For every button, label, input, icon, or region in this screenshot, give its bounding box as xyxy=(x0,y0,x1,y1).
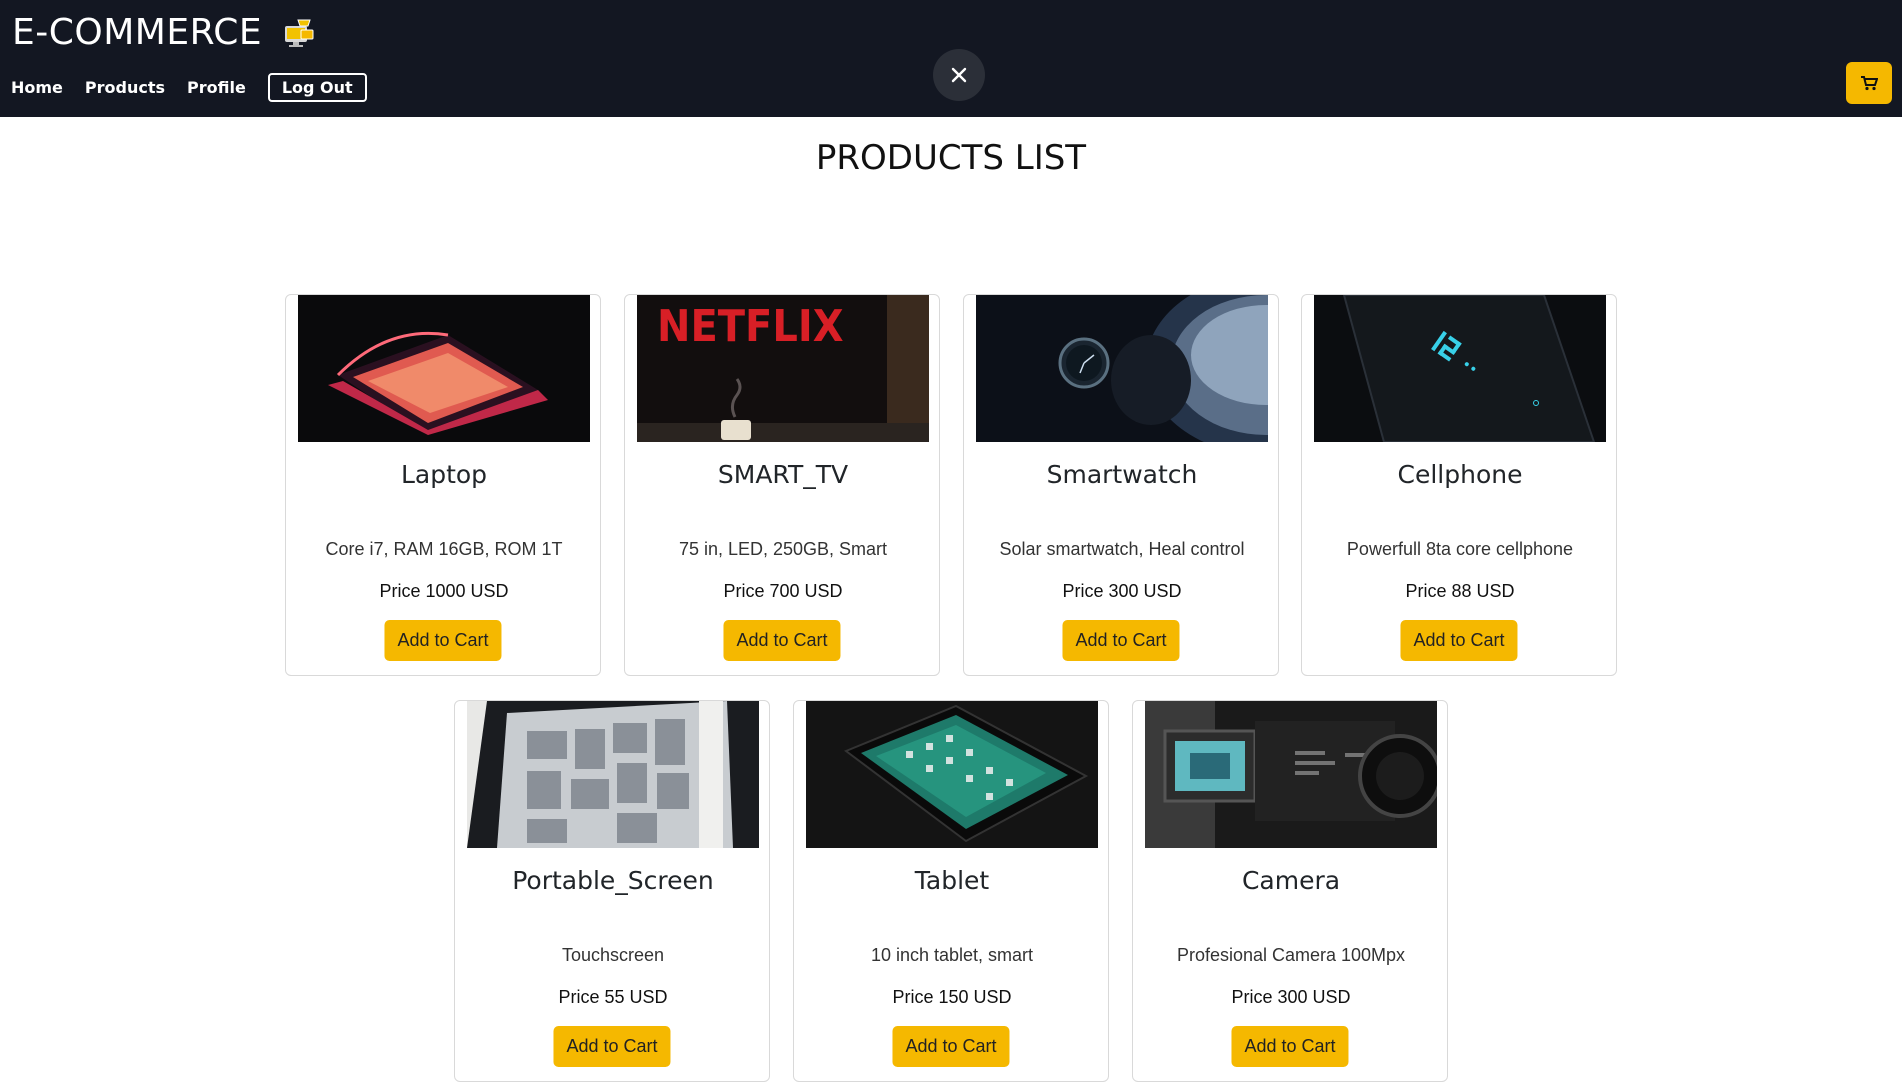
cart-button[interactable] xyxy=(1846,62,1892,104)
add-to-cart-button[interactable]: Add to Cart xyxy=(1062,620,1180,661)
netflix-logo-text: NETFLIX xyxy=(657,300,844,351)
add-to-cart-button[interactable]: Add to Cart xyxy=(553,1026,671,1067)
add-to-cart-button[interactable]: Add to Cart xyxy=(384,620,502,661)
product-description: Solar smartwatch, Heal control xyxy=(999,539,1245,559)
close-button[interactable] xyxy=(933,49,985,101)
brand[interactable]: E-COMMERCE xyxy=(12,12,316,53)
add-to-cart-button[interactable]: Add to Cart xyxy=(1400,620,1518,661)
product-price: Price 300 USD xyxy=(1231,987,1351,1007)
product-card: Tablet 10 inch tablet, smart Price 150 U… xyxy=(793,700,1109,1082)
product-card: Camera Profesional Camera 100Mpx Price 3… xyxy=(1132,700,1448,1082)
close-icon xyxy=(951,67,967,83)
nav-profile[interactable]: Profile xyxy=(187,78,246,97)
smart-tv-image: NETFLIX xyxy=(637,295,929,442)
product-name: SMART_TV xyxy=(717,460,849,489)
product-card: Portable_Screen Touchscreen Price 55 USD… xyxy=(454,700,770,1082)
product-price: Price 88 USD xyxy=(1405,581,1515,601)
top-navbar: E-COMMERCE Home Products Profile Log Out xyxy=(0,0,1902,117)
logout-button[interactable]: Log Out xyxy=(267,73,367,102)
laptop-image xyxy=(298,295,590,442)
add-to-cart-button[interactable]: Add to Cart xyxy=(723,620,841,661)
shop-computer-icon xyxy=(285,19,314,47)
product-price: Price 700 USD xyxy=(723,581,843,601)
cellphone-image xyxy=(1314,295,1606,442)
product-price: Price 300 USD xyxy=(1062,581,1182,601)
portable-screen-image xyxy=(467,701,759,848)
product-price: Price 150 USD xyxy=(892,987,1012,1007)
smartwatch-image xyxy=(976,295,1268,442)
add-to-cart-button[interactable]: Add to Cart xyxy=(892,1026,1010,1067)
product-name: Portable_Screen xyxy=(512,866,714,895)
product-price: Price 55 USD xyxy=(558,987,668,1007)
product-price: Price 1000 USD xyxy=(379,581,509,601)
product-name: Cellphone xyxy=(1397,460,1523,489)
product-name: Smartwatch xyxy=(1046,460,1198,489)
product-card: Smartwatch Solar smartwatch, Heal contro… xyxy=(963,294,1279,676)
camera-image xyxy=(1145,701,1437,848)
main-nav: Home Products Profile Log Out xyxy=(11,73,367,102)
cart-icon xyxy=(1861,76,1878,91)
product-description: Profesional Camera 100Mpx xyxy=(1176,945,1406,965)
product-card: Cellphone Powerfull 8ta core cellphone P… xyxy=(1301,294,1617,676)
product-name: Tablet xyxy=(914,866,990,895)
product-card: Laptop Core i7, RAM 16GB, ROM 1T Price 1… xyxy=(285,294,601,676)
product-description: Core i7, RAM 16GB, ROM 1T xyxy=(325,539,563,559)
nav-home[interactable]: Home xyxy=(11,78,63,97)
product-description: Touchscreen xyxy=(561,945,665,965)
brand-title: E-COMMERCE xyxy=(12,12,263,53)
tablet-image xyxy=(806,701,1098,848)
product-row: Portable_Screen Touchscreen Price 55 USD… xyxy=(0,700,1902,1084)
product-name: Laptop xyxy=(400,460,488,489)
product-description: 75 in, LED, 250GB, Smart xyxy=(678,539,888,559)
product-description: 10 inch tablet, smart xyxy=(870,945,1034,965)
add-to-cart-button[interactable]: Add to Cart xyxy=(1231,1026,1349,1067)
nav-products[interactable]: Products xyxy=(85,78,165,97)
page-title: PRODUCTS LIST xyxy=(815,138,1087,178)
product-card: NETFLIX SMART_TV 75 in, LED, 250GB, Smar… xyxy=(624,294,940,676)
product-name: Camera xyxy=(1241,866,1341,895)
product-row: Laptop Core i7, RAM 16GB, ROM 1T Price 1… xyxy=(0,294,1902,678)
product-description: Powerfull 8ta core cellphone xyxy=(1346,539,1574,559)
